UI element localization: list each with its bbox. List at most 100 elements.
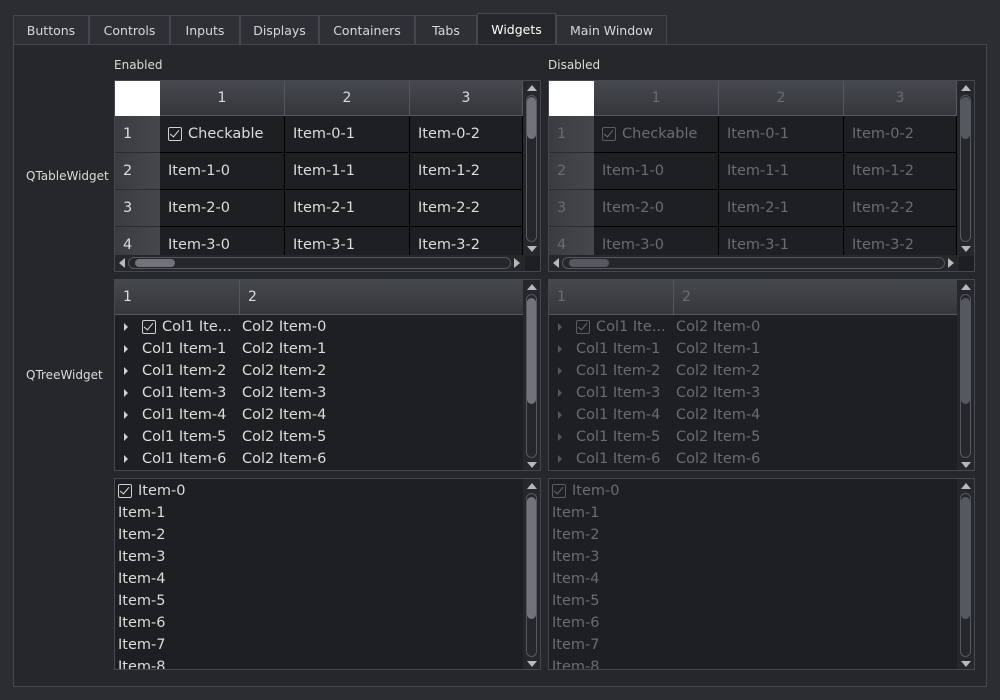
list-item[interactable]: Item-0 (549, 480, 959, 502)
table-cell[interactable]: Item-0-2 (410, 116, 523, 153)
table-cell[interactable]: Item-0-1 (719, 116, 844, 153)
tab-tabs[interactable]: Tabs (415, 15, 477, 45)
list-item[interactable]: Item-2 (115, 524, 525, 546)
table-cell[interactable]: Checkable (160, 116, 285, 153)
expand-arrow-icon[interactable] (124, 389, 128, 397)
tree-column-header[interactable]: 1 (115, 280, 240, 315)
scroll-up-arrow-icon[interactable] (527, 483, 537, 489)
scroll-thumb[interactable] (961, 497, 970, 619)
tree-item[interactable]: Col1 Ite... Col2 Item-0 (549, 316, 959, 338)
table-cell[interactable]: Item-1-2 (844, 153, 957, 190)
vertical-scrollbar[interactable] (957, 280, 974, 470)
list-item[interactable]: Item-1 (549, 502, 959, 524)
expand-arrow-icon[interactable] (124, 323, 128, 331)
table-cell[interactable]: Item-2-1 (719, 190, 844, 227)
tree-item[interactable]: Col1 Item-3 Col2 Item-3 (549, 382, 959, 404)
expand-arrow-icon[interactable] (558, 411, 562, 419)
scroll-up-arrow-icon[interactable] (527, 85, 537, 91)
scroll-thumb[interactable] (569, 259, 609, 267)
scroll-track[interactable] (128, 257, 511, 269)
list-item[interactable]: Item-6 (115, 612, 525, 634)
table-row-header[interactable]: 3 (549, 190, 594, 227)
table-column-header[interactable]: 1 (160, 81, 285, 116)
list-item[interactable]: Item-5 (115, 590, 525, 612)
table-corner-button[interactable] (549, 81, 594, 116)
checkbox-checked-icon[interactable] (552, 484, 566, 498)
table-cell[interactable]: Item-1-1 (285, 153, 410, 190)
vertical-scrollbar[interactable] (523, 479, 540, 669)
list-item[interactable]: Item-3 (549, 546, 959, 568)
scroll-left-arrow-icon[interactable] (119, 258, 125, 268)
scroll-thumb[interactable] (527, 298, 536, 404)
list-item[interactable]: Item-6 (549, 612, 959, 634)
list-item[interactable]: Item-0 (115, 480, 525, 502)
disabled-tree-widget[interactable]: 1 2 Col1 Ite... Col2 Item-0 Col1 Item-1 Col2 … (548, 279, 975, 471)
table-column-header[interactable]: 3 (410, 81, 523, 116)
table-column-header[interactable]: 2 (719, 81, 844, 116)
table-cell[interactable]: Item-1-0 (160, 153, 285, 190)
scroll-down-arrow-icon[interactable] (527, 462, 537, 468)
table-cell[interactable]: Item-0-1 (285, 116, 410, 153)
table-cell[interactable]: Item-1-2 (410, 153, 523, 190)
tree-item[interactable]: Col1 Item-6 Col2 Item-6 (115, 448, 525, 470)
list-item[interactable]: Item-4 (115, 568, 525, 590)
tree-item[interactable]: Col1 Item-2 Col2 Item-2 (549, 360, 959, 382)
table-cell[interactable]: Item-1-1 (719, 153, 844, 190)
tab-main-window[interactable]: Main Window (556, 15, 667, 45)
vertical-scrollbar[interactable] (957, 81, 974, 256)
scroll-down-arrow-icon[interactable] (961, 462, 971, 468)
expand-arrow-icon[interactable] (124, 433, 128, 441)
tree-column-header[interactable]: 1 (549, 280, 674, 315)
tree-item[interactable]: Col1 Item-5 Col2 Item-5 (549, 426, 959, 448)
tree-column-header[interactable]: 2 (240, 280, 525, 315)
checkbox-checked-icon[interactable] (118, 484, 132, 498)
expand-arrow-icon[interactable] (558, 455, 562, 463)
table-row-header[interactable]: 1 (549, 116, 594, 153)
tab-containers[interactable]: Containers (319, 15, 415, 45)
scroll-down-arrow-icon[interactable] (527, 661, 537, 667)
tree-column-header[interactable]: 2 (674, 280, 959, 315)
table-cell[interactable]: Item-2-2 (410, 190, 523, 227)
list-item[interactable]: Item-4 (549, 568, 959, 590)
enabled-list-widget[interactable]: Item-0 Item-1 Item-2 Item-3 Item-4 Item-5 Item… (114, 478, 541, 670)
scroll-thumb[interactable] (961, 97, 970, 139)
list-item[interactable]: Item-7 (115, 634, 525, 656)
expand-arrow-icon[interactable] (124, 367, 128, 375)
table-column-header[interactable]: 1 (594, 81, 719, 116)
table-row-header[interactable]: 2 (115, 153, 160, 190)
expand-arrow-icon[interactable] (558, 367, 562, 375)
table-column-header[interactable]: 3 (844, 81, 957, 116)
checkbox-checked-icon[interactable] (168, 127, 182, 141)
scroll-up-arrow-icon[interactable] (961, 85, 971, 91)
table-row-header[interactable]: 3 (115, 190, 160, 227)
expand-arrow-icon[interactable] (124, 455, 128, 463)
scroll-up-arrow-icon[interactable] (527, 284, 537, 290)
table-corner-button[interactable] (115, 81, 160, 116)
disabled-table-widget[interactable]: 1 2 3 1 Checkable Item-0-1 Item-0-2 2 Item-1-0 It… (548, 80, 975, 272)
vertical-scrollbar[interactable] (957, 479, 974, 669)
expand-arrow-icon[interactable] (558, 433, 562, 441)
scroll-right-arrow-icon[interactable] (948, 258, 954, 268)
expand-arrow-icon[interactable] (558, 345, 562, 353)
tree-item[interactable]: Col1 Item-2 Col2 Item-2 (115, 360, 525, 382)
scroll-left-arrow-icon[interactable] (553, 258, 559, 268)
tree-item[interactable]: Col1 Item-1 Col2 Item-1 (115, 338, 525, 360)
list-item[interactable]: Item-8 (549, 656, 959, 669)
table-cell[interactable]: Item-1-0 (594, 153, 719, 190)
enabled-table-widget[interactable]: 1 2 3 1 Checkable Item-0-1 Item-0-2 2 Item-1-0 It… (114, 80, 541, 272)
scroll-thumb[interactable] (961, 298, 970, 404)
scroll-track[interactable] (562, 257, 945, 269)
expand-arrow-icon[interactable] (558, 389, 562, 397)
tree-item[interactable]: Col1 Item-3 Col2 Item-3 (115, 382, 525, 404)
tree-item[interactable]: Col1 Item-4 Col2 Item-4 (549, 404, 959, 426)
table-cell[interactable]: Item-2-2 (844, 190, 957, 227)
expand-arrow-icon[interactable] (124, 411, 128, 419)
table-row-header[interactable]: 1 (115, 116, 160, 153)
list-item[interactable]: Item-2 (549, 524, 959, 546)
vertical-scrollbar[interactable] (523, 280, 540, 470)
scroll-down-arrow-icon[interactable] (961, 661, 971, 667)
list-item[interactable]: Item-5 (549, 590, 959, 612)
table-row-header[interactable]: 2 (549, 153, 594, 190)
horizontal-scrollbar[interactable] (549, 255, 959, 271)
table-cell[interactable]: Item-0-2 (844, 116, 957, 153)
